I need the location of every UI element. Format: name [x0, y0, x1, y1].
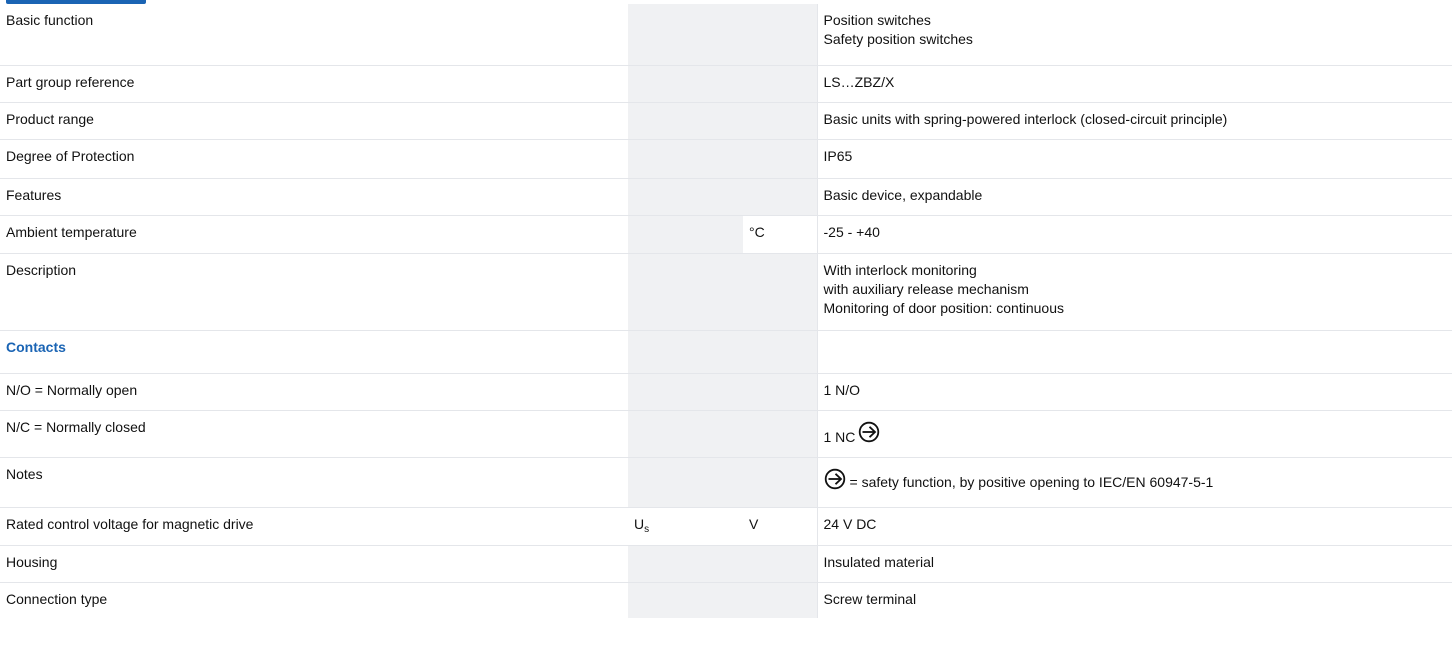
section-heading: Contacts — [0, 330, 628, 374]
spec-value — [816, 330, 1452, 374]
spec-unit — [743, 373, 817, 411]
spec-unit — [743, 4, 817, 66]
spec-symbol: Us — [628, 507, 743, 546]
spec-label: Rated control voltage for magnetic drive — [0, 507, 628, 546]
spec-value: Insulated material — [816, 545, 1452, 583]
spec-label: N/O = Normally open — [0, 373, 628, 411]
spec-unit — [743, 102, 817, 140]
spec-label: N/C = Normally closed — [0, 410, 628, 458]
spec-value-line: Monitoring of door position: continuous — [823, 299, 1064, 316]
spec-unit — [743, 139, 817, 179]
spec-unit — [743, 65, 817, 103]
spec-value-line: with auxiliary release mechanism — [823, 280, 1029, 297]
spec-row-normally-open: N/O = Normally open 1 N/O — [0, 373, 1452, 411]
spec-value: 1 N/O — [816, 373, 1452, 411]
spec-unit — [743, 582, 817, 618]
spec-row-connection-type: Connection type Screw terminal — [0, 582, 1452, 618]
spec-symbol — [628, 215, 743, 254]
spec-value: LS…ZBZ/X — [816, 65, 1452, 103]
spec-label: Basic function — [0, 4, 628, 66]
spec-value: -25 - +40 — [816, 215, 1452, 254]
spec-value-line: With interlock monitoring — [823, 261, 977, 278]
spec-symbol — [628, 373, 743, 411]
spec-value-line: Safety position switches — [823, 31, 973, 47]
spec-symbol — [628, 330, 743, 374]
spec-row-rated-control-voltage: Rated control voltage for magnetic drive… — [0, 507, 1452, 546]
spec-value: Basic units with spring-powered interloc… — [816, 102, 1452, 140]
spec-symbol — [628, 65, 743, 103]
spec-value: With interlock monitoring with auxiliary… — [816, 253, 1452, 331]
spec-row-features: Features Basic device, expandable — [0, 178, 1452, 216]
spec-symbol — [628, 457, 743, 508]
spec-symbol — [628, 139, 743, 179]
spec-table: Basic function Position switches Safety … — [0, 4, 1452, 618]
spec-row-notes: Notes = safety function, by positive ope… — [0, 457, 1452, 508]
spec-value: IP65 — [816, 139, 1452, 179]
spec-label: Ambient temperature — [0, 215, 628, 254]
spec-symbol — [628, 410, 743, 458]
spec-unit — [743, 178, 817, 216]
spec-label: Product range — [0, 102, 628, 140]
spec-unit — [743, 330, 817, 374]
spec-value: Screw terminal — [816, 582, 1452, 618]
symbol-subscript: s — [644, 523, 650, 535]
symbol-main: U — [634, 515, 645, 532]
spec-row-product-range: Product range Basic units with spring-po… — [0, 102, 1452, 140]
spec-label: Degree of Protection — [0, 139, 628, 179]
spec-unit — [743, 410, 817, 458]
spec-symbol — [628, 102, 743, 140]
spec-label: Description — [0, 253, 628, 331]
spec-label: Connection type — [6, 590, 108, 607]
nc-value-text: 1 NC — [823, 428, 856, 445]
spec-symbol — [628, 178, 743, 216]
section-contacts: Contacts — [0, 330, 1452, 374]
spec-unit: V — [743, 507, 817, 546]
spec-value: 1 NC — [816, 410, 1452, 458]
notes-value: = safety function, by positive opening t… — [824, 465, 1214, 492]
spec-row-housing: Housing Insulated material — [0, 545, 1452, 583]
spec-symbol — [628, 545, 743, 583]
spec-value: Position switches Safety position switch… — [816, 4, 1452, 66]
spec-row-normally-closed: N/C = Normally closed 1 NC — [0, 410, 1452, 458]
spec-value: Basic device, expandable — [816, 178, 1452, 216]
spec-row-basic-function: Basic function Position switches Safety … — [0, 4, 1452, 66]
positive-opening-arrow-circle-icon — [824, 468, 845, 489]
spec-label: Features — [0, 178, 628, 216]
spec-unit: °C — [743, 215, 817, 254]
spec-value: = safety function, by positive opening t… — [816, 457, 1452, 508]
notes-value-text: = safety function, by positive opening t… — [849, 473, 1214, 490]
spec-value-line: Position switches — [823, 12, 931, 28]
spec-row-description: Description With interlock monitoring wi… — [0, 253, 1452, 331]
spec-label: Notes — [0, 457, 628, 508]
spec-row-degree-of-protection: Degree of Protection IP65 — [0, 139, 1452, 179]
spec-symbol — [628, 253, 743, 331]
spec-unit — [743, 253, 817, 331]
spec-unit — [743, 545, 817, 583]
spec-symbol — [628, 582, 743, 618]
spec-row-ambient-temperature: Ambient temperature °C -25 - +40 — [0, 215, 1452, 254]
spec-unit — [743, 457, 817, 508]
spec-value: 24 V DC — [816, 507, 1452, 546]
spec-label: Housing — [0, 545, 628, 583]
positive-opening-arrow-circle-icon — [859, 421, 880, 442]
spec-row-part-group-reference: Part group reference LS…ZBZ/X — [0, 65, 1452, 103]
spec-symbol — [628, 4, 743, 66]
spec-label: Part group reference — [0, 65, 628, 103]
